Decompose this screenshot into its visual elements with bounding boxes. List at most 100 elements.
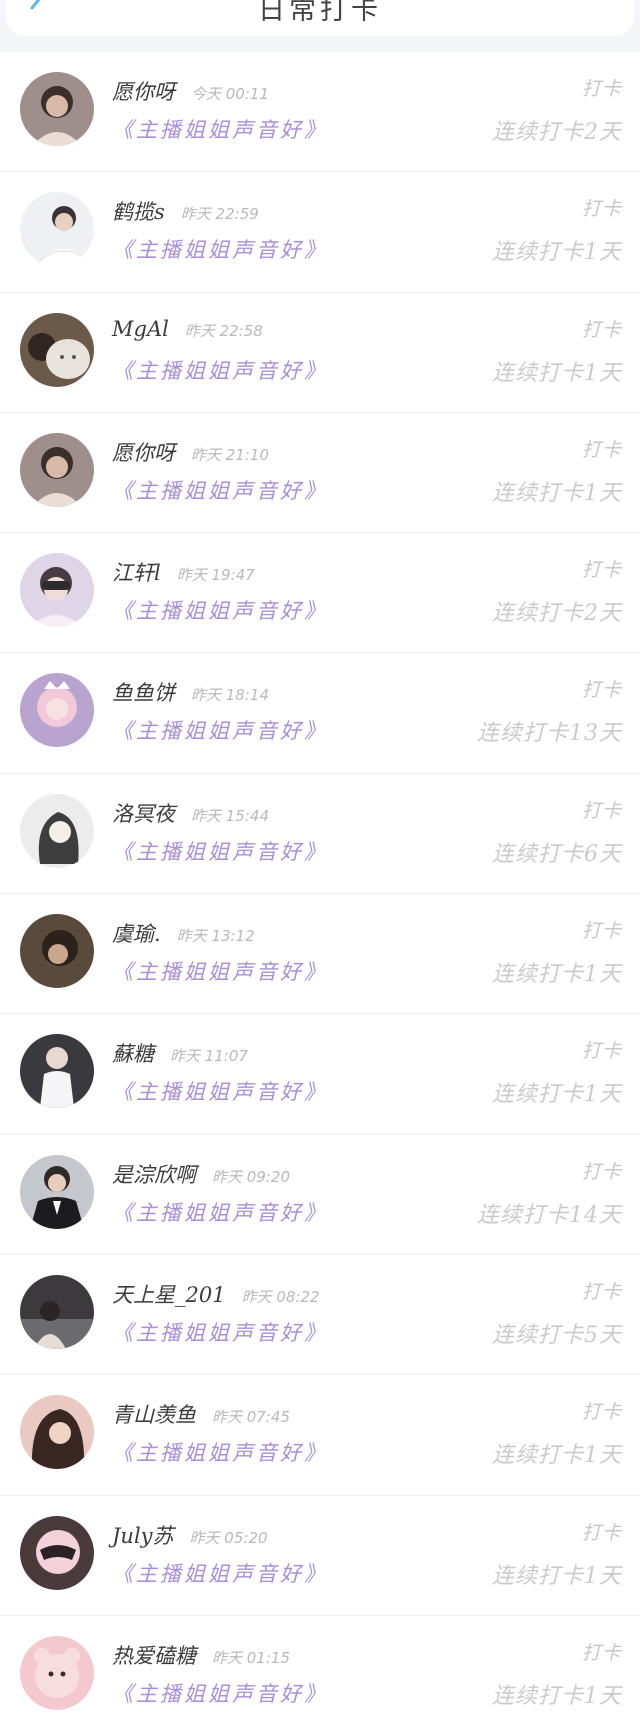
book-title[interactable]: 《主播姐姐声音好》	[112, 1678, 328, 1708]
list-item[interactable]: 鹤揽s 昨天 22:59 《主播姐姐声音好》 打卡 连续打卡1天	[0, 172, 640, 293]
streak-text: 连续打卡1天	[492, 962, 622, 988]
book-title[interactable]: 《主播姐姐声音好》	[112, 595, 328, 625]
list-item[interactable]: 江轩l 昨天 19:47 《主播姐姐声音好》 打卡 连续打卡2天	[0, 533, 640, 654]
checkin-button[interactable]: 打卡	[582, 435, 622, 462]
book-title[interactable]: 《主播姐姐声音好》	[112, 956, 328, 986]
checkin-button[interactable]: 打卡	[582, 796, 622, 823]
book-title[interactable]: 《主播姐姐声音好》	[112, 355, 328, 385]
checkin-button[interactable]: 打卡	[582, 1157, 622, 1184]
book-title[interactable]: 《主播姐姐声音好》	[112, 234, 328, 264]
list-item[interactable]: 热爱磕糖 昨天 01:15 《主播姐姐声音好》 打卡 连续打卡1天	[0, 1616, 640, 1736]
checkin-button[interactable]: 打卡	[582, 194, 622, 221]
list-item[interactable]: 洛冥夜 昨天 15:44 《主播姐姐声音好》 打卡 连续打卡6天	[0, 774, 640, 895]
avatar[interactable]	[20, 1274, 94, 1349]
checkin-button[interactable]: 打卡	[582, 1397, 622, 1424]
streak-text: 连续打卡1天	[492, 1443, 622, 1469]
book-title[interactable]: 《主播姐姐声音好》	[112, 1076, 328, 1106]
username[interactable]: July苏	[112, 1520, 174, 1550]
username[interactable]: 虞瑜.	[112, 918, 161, 948]
checkin-button[interactable]: 打卡	[582, 1036, 622, 1063]
user-line: July苏 昨天 05:20	[112, 1520, 268, 1550]
checkin-time: 昨天 19:47	[176, 566, 255, 585]
avatar[interactable]	[20, 914, 94, 989]
book-title[interactable]: 《主播姐姐声音好》	[112, 1558, 328, 1588]
user-line: 天上星_201 昨天 08:22	[112, 1279, 320, 1309]
streak-text: 连续打卡2天	[492, 120, 622, 145]
user-line: 青山羡鱼 昨天 07:45	[112, 1399, 290, 1429]
username[interactable]: MgAl	[112, 317, 169, 341]
streak-text: 连续打卡2天	[492, 601, 622, 627]
list-item[interactable]: July苏 昨天 05:20 《主播姐姐声音好》 打卡 连续打卡1天	[0, 1496, 640, 1616]
checkin-button[interactable]: 打卡	[582, 1518, 622, 1545]
user-line: 洛冥夜 昨天 15:44	[112, 798, 269, 828]
avatar[interactable]	[20, 72, 94, 146]
user-line: 愿你呀 今天 00:11	[112, 76, 269, 106]
checkin-button[interactable]: 打卡	[582, 916, 622, 943]
checkin-time: 今天 00:11	[191, 85, 269, 103]
avatar[interactable]	[20, 673, 94, 748]
avatar[interactable]	[20, 432, 94, 507]
username[interactable]: 热爱磕糖	[112, 1640, 196, 1670]
list-item[interactable]: 鱼鱼饼 昨天 18:14 《主播姐姐声音好》 打卡 连续打卡13天	[0, 653, 640, 774]
avatar[interactable]	[20, 312, 94, 387]
username[interactable]: 天上星_201	[112, 1279, 226, 1309]
user-line: 愿你呀 昨天 21:10	[112, 437, 269, 467]
username[interactable]: 蘇糖	[112, 1038, 154, 1068]
page-title: 日常打卡	[258, 0, 382, 26]
book-title[interactable]: 《主播姐姐声音好》	[112, 114, 328, 144]
list-item[interactable]: 愿你呀 昨天 21:10 《主播姐姐声音好》 打卡 连续打卡1天	[0, 413, 640, 534]
book-title[interactable]: 《主播姐姐声音好》	[112, 1437, 328, 1467]
checkin-time: 昨天 09:20	[212, 1167, 290, 1186]
list-item[interactable]: 青山羡鱼 昨天 07:45 《主播姐姐声音好》 打卡 连续打卡1天	[0, 1375, 640, 1496]
book-title[interactable]: 《主播姐姐声音好》	[112, 836, 328, 866]
list-item[interactable]: 虞瑜. 昨天 13:12 《主播姐姐声音好》 打卡 连续打卡1天	[0, 894, 640, 1015]
username[interactable]: 洛冥夜	[112, 798, 175, 828]
user-line: 鱼鱼饼 昨天 18:14	[112, 677, 269, 707]
checkin-button[interactable]: 打卡	[582, 74, 622, 101]
list-item[interactable]: MgAl 昨天 22:58 《主播姐姐声音好》 打卡 连续打卡1天	[0, 293, 640, 413]
avatar[interactable]	[20, 1515, 94, 1590]
checkin-time: 昨天 22:58	[184, 321, 263, 340]
checkin-button[interactable]: 打卡	[582, 1277, 622, 1304]
streak-text: 连续打卡6天	[492, 841, 622, 867]
user-line: 江轩l 昨天 19:47	[112, 557, 255, 587]
avatar[interactable]	[20, 1154, 94, 1229]
user-line: 虞瑜. 昨天 13:12	[112, 918, 255, 948]
checkin-button[interactable]: 打卡	[582, 315, 622, 342]
list-item[interactable]: 愿你呀 今天 00:11 《主播姐姐声音好》 打卡 连续打卡2天	[0, 52, 640, 173]
book-title[interactable]: 《主播姐姐声音好》	[112, 1317, 328, 1347]
avatar[interactable]	[20, 1635, 94, 1710]
avatar[interactable]	[20, 1034, 94, 1109]
checkin-time: 昨天 18:14	[191, 686, 269, 705]
checkin-time: 昨天 01:15	[212, 1648, 290, 1667]
streak-text: 连续打卡1天	[492, 1683, 622, 1709]
checkin-button[interactable]: 打卡	[582, 675, 622, 702]
book-title[interactable]: 《主播姐姐声音好》	[112, 1197, 328, 1227]
checkin-list: 愿你呀 今天 00:11 《主播姐姐声音好》 打卡 连续打卡2天 鹤揽s 昨天 …	[0, 52, 640, 1736]
username[interactable]: 江轩l	[112, 557, 161, 587]
top-bar: 日常打卡	[6, 0, 634, 36]
list-item[interactable]: 天上星_201 昨天 08:22 《主播姐姐声音好》 打卡 连续打卡5天	[0, 1255, 640, 1376]
checkin-button[interactable]: 打卡	[582, 555, 622, 582]
username[interactable]: 是淙欣啊	[112, 1159, 196, 1189]
username[interactable]: 愿你呀	[112, 437, 175, 467]
book-title[interactable]: 《主播姐姐声音好》	[112, 715, 328, 745]
streak-text: 连续打卡5天	[492, 1322, 622, 1348]
avatar[interactable]	[20, 192, 94, 267]
streak-text: 连续打卡1天	[492, 1082, 622, 1108]
list-item[interactable]: 蘇糖 昨天 11:07 《主播姐姐声音好》 打卡 连续打卡1天	[0, 1014, 640, 1135]
avatar[interactable]	[20, 1395, 94, 1470]
username[interactable]: 鱼鱼饼	[112, 677, 175, 707]
avatar[interactable]	[20, 793, 94, 868]
checkin-time: 昨天 22:59	[180, 205, 259, 224]
checkin-time: 昨天 13:12	[176, 927, 255, 946]
checkin-button[interactable]: 打卡	[582, 1638, 622, 1665]
book-title[interactable]: 《主播姐姐声音好》	[112, 475, 328, 505]
user-line: 蘇糖 昨天 11:07	[112, 1038, 248, 1068]
list-item[interactable]: 是淙欣啊 昨天 09:20 《主播姐姐声音好》 打卡 连续打卡14天	[0, 1135, 640, 1255]
username[interactable]: 愿你呀	[112, 76, 175, 106]
streak-text: 连续打卡1天	[492, 240, 622, 266]
avatar[interactable]	[20, 553, 94, 628]
username[interactable]: 鹤揽s	[112, 196, 165, 226]
username[interactable]: 青山羡鱼	[112, 1399, 196, 1429]
